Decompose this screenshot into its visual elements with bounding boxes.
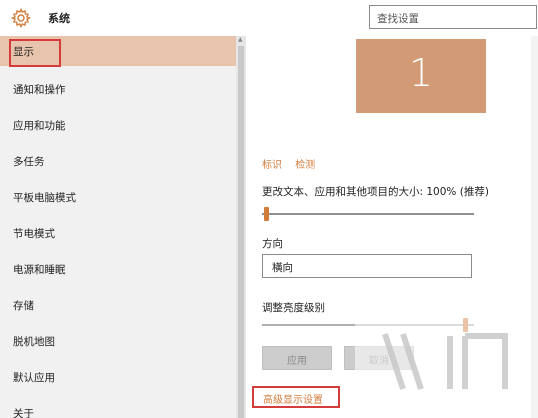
sidebar: 显示 通知和操作 应用和功能 多任务 平板电脑模式 节电模式 电源和睡眠 存储 … <box>0 36 236 418</box>
search-placeholder: 查找设置 <box>377 13 419 25</box>
sidebar-item-label: 通知和操作 <box>13 84 66 96</box>
sidebar-item-apps[interactable]: 应用和功能 <box>0 110 236 140</box>
search-input[interactable]: 查找设置 <box>369 5 537 29</box>
advanced-display-settings-link[interactable]: 高级显示设置 <box>252 386 340 408</box>
sidebar-item-power-sleep[interactable]: 电源和睡眠 <box>0 254 236 284</box>
sidebar-scroll-thumb[interactable] <box>238 46 244 418</box>
chevron-down-icon: ﹀ <box>272 263 282 274</box>
scale-slider-thumb[interactable] <box>264 207 269 221</box>
monitor-links: 标识 检测 <box>262 156 325 171</box>
monitor-number: 1 <box>408 51 434 95</box>
sidebar-item-label: 多任务 <box>13 156 45 168</box>
sidebar-item-label: 脱机地图 <box>13 336 55 348</box>
sidebar-item-battery-saver[interactable]: 节电模式 <box>0 218 236 248</box>
identify-link[interactable]: 标识 <box>262 160 282 171</box>
brightness-label: 调整亮度级别 <box>262 302 325 314</box>
highlight-box-display <box>9 39 61 67</box>
apply-button[interactable]: 应用 <box>262 346 332 370</box>
main-scrollbar[interactable] <box>531 36 538 418</box>
scale-slider[interactable] <box>262 207 474 221</box>
apply-button-label: 应用 <box>287 356 307 367</box>
sidebar-item-label: 节电模式 <box>13 228 55 240</box>
sidebar-item-label: 电源和睡眠 <box>13 264 66 276</box>
sidebar-item-default-apps[interactable]: 默认应用 <box>0 362 236 392</box>
sidebar-item-label: 关于 <box>13 408 34 418</box>
gear-icon <box>11 8 31 28</box>
sidebar-item-label: 默认应用 <box>13 372 55 384</box>
monitor-preview[interactable]: 1 <box>356 39 486 113</box>
sidebar-item-label: 存储 <box>13 300 34 312</box>
scale-slider-track <box>262 213 474 215</box>
orientation-select[interactable]: 横向 ﹀ <box>262 254 472 278</box>
sidebar-item-storage[interactable]: 存储 <box>0 290 236 320</box>
sidebar-item-notifications[interactable]: 通知和操作 <box>0 74 236 104</box>
title-bar: 系统 查找设置 <box>0 0 538 36</box>
sidebar-item-label: 应用和功能 <box>13 120 66 132</box>
orientation-label: 方向 <box>262 238 283 250</box>
app-title: 系统 <box>48 12 70 25</box>
scale-label: 更改文本、应用和其他项目的大小: 100% (推荐) <box>262 186 489 198</box>
sidebar-item-label: 平板电脑模式 <box>13 192 76 204</box>
sidebar-item-multitasking[interactable]: 多任务 <box>0 146 236 176</box>
sidebar-scrollbar[interactable]: ▲ <box>236 36 246 418</box>
watermark-logo <box>355 314 538 418</box>
scroll-up-arrow-icon[interactable]: ▲ <box>238 37 243 43</box>
advanced-display-settings-label: 高级显示设置 <box>263 395 323 406</box>
detect-link[interactable]: 检测 <box>295 160 315 171</box>
sidebar-item-tablet-mode[interactable]: 平板电脑模式 <box>0 182 236 212</box>
sidebar-item-about[interactable]: 关于 <box>0 398 236 418</box>
sidebar-item-offline-maps[interactable]: 脱机地图 <box>0 326 236 356</box>
